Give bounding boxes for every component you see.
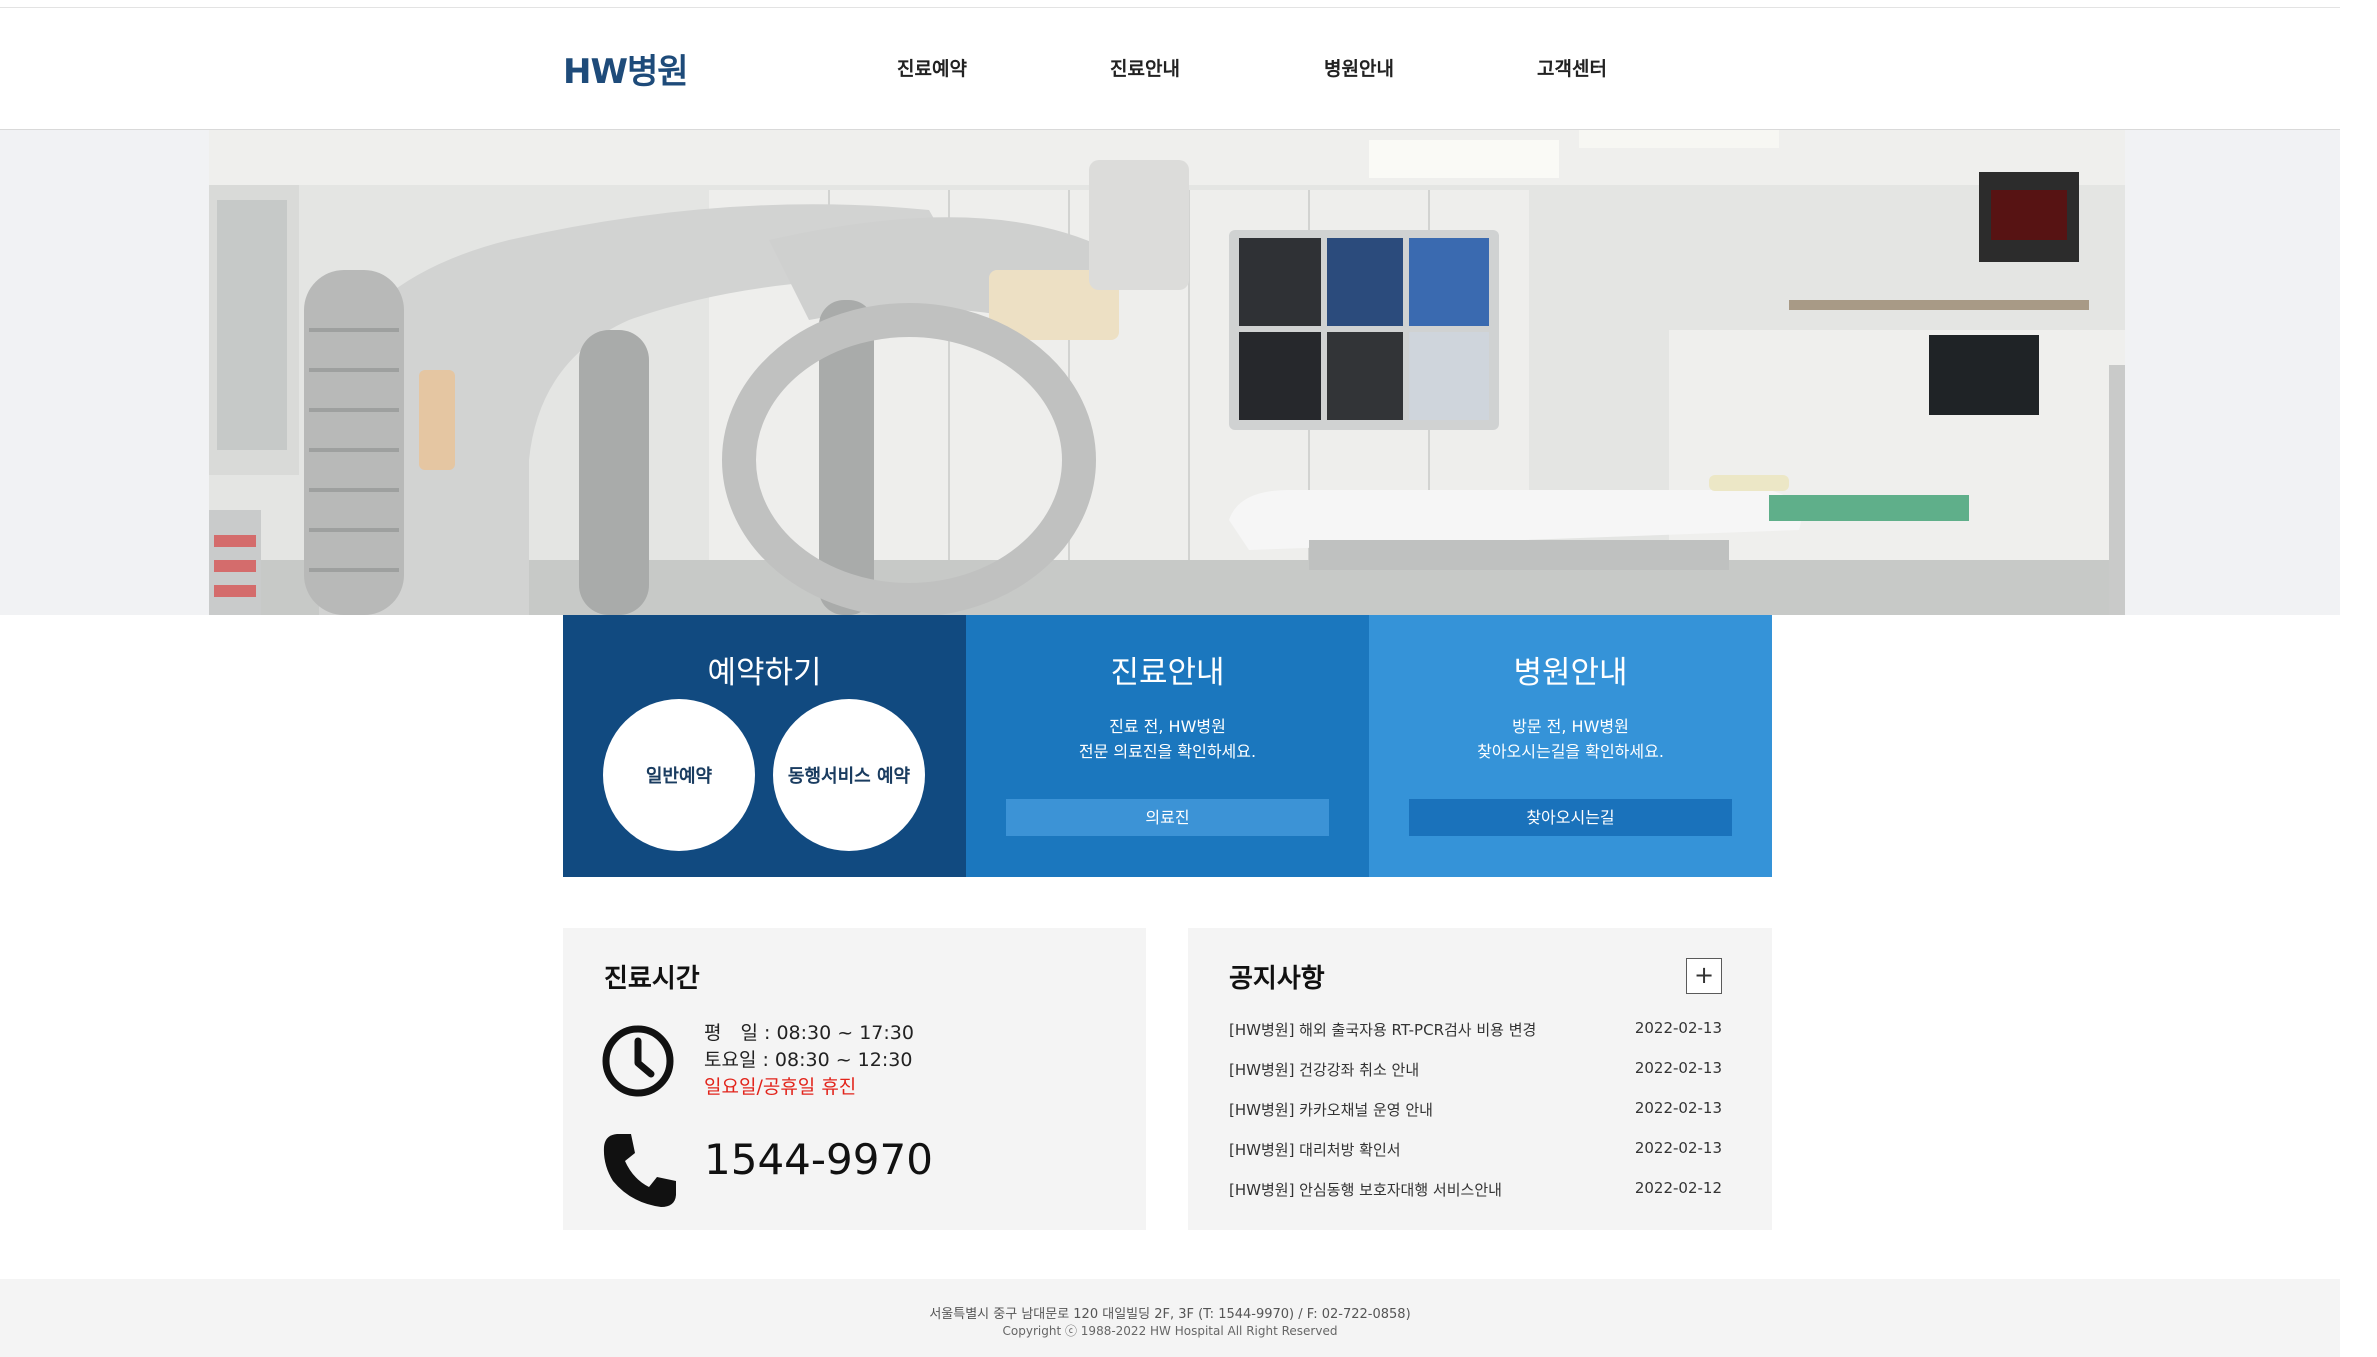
notice-item-date: 2022-02-13 (1634, 1059, 1722, 1077)
hospital-guide-title: 병원안내 (1513, 655, 1628, 691)
escort-reservation-button[interactable]: 동행서비스 예약 (773, 699, 925, 851)
reservation-title: 예약하기 (707, 655, 822, 691)
notice-title: 공지사항 (1229, 964, 1325, 994)
notice-item-title[interactable]: [HW병원] 안심동행 보호자대행 서비스안내 (1229, 1179, 1502, 1219)
site-footer: 서울특별시 중구 남대문로 120 대일빌딩 2F, 3F (T: 1544-9… (0, 1279, 2340, 1357)
notice-item-date: 2022-02-12 (1634, 1179, 1722, 1197)
nav-reservation[interactable]: 진료예약 (897, 54, 967, 81)
care-guide-box: 진료안내 진료 전, HW병원 전문 의료진을 확인하세요. 의료진 (966, 615, 1369, 877)
notice-list: [HW병원] 해외 출국자용 RT-PCR검사 비용 변경 2022-02-13… (1229, 1019, 1722, 1219)
hours-title: 진료시간 (604, 964, 700, 994)
notice-item-date: 2022-02-13 (1634, 1099, 1722, 1117)
phone-number[interactable]: 1544-9970 (704, 1135, 933, 1184)
saturday-hours: 토요일 : 08:30 ~ 12:30 (704, 1049, 913, 1071)
notice-item-title[interactable]: [HW병원] 대리처방 확인서 (1229, 1139, 1401, 1179)
care-guide-line1: 진료 전, HW병원 (1109, 717, 1226, 736)
nav-hospital-guide[interactable]: 병원안내 (1324, 54, 1394, 81)
page: HW병원 진료예약 진료안내 병원안내 고객센터 예약하기 일반예약 동행서비스… (0, 0, 2377, 1357)
doctors-button[interactable]: 의료진 (1006, 799, 1329, 836)
notice-item-title[interactable]: [HW병원] 건강강좌 취소 안내 (1229, 1059, 1419, 1099)
nav-customer-center[interactable]: 고객센터 (1537, 54, 1607, 81)
notice-item-date: 2022-02-13 (1634, 1019, 1722, 1037)
site-header: HW병원 진료예약 진료안내 병원안내 고객센터 (0, 8, 2340, 130)
phone-icon (603, 1134, 676, 1207)
footer-copyright: Copyright ⓒ 1988-2022 HW Hospital All Ri… (1002, 1324, 1338, 1338)
notice-item[interactable]: [HW병원] 카카오채널 운영 안내 2022-02-13 (1229, 1099, 1722, 1139)
feature-boxes: 예약하기 일반예약 동행서비스 예약 진료안내 진료 전, HW병원 전문 의료… (563, 615, 1772, 877)
notice-item-title[interactable]: [HW병원] 해외 출국자용 RT-PCR검사 비용 변경 (1229, 1019, 1536, 1059)
weekday-hours: 평 일 : 08:30 ~ 17:30 (704, 1022, 914, 1044)
hospital-guide-text: 방문 전, HW병원 찾아오시는길을 확인하세요. (1369, 714, 1772, 764)
notice-more-button[interactable]: + (1686, 958, 1722, 994)
hero-banner (0, 130, 2340, 615)
notice-item-date: 2022-02-13 (1634, 1139, 1722, 1157)
care-guide-line2: 전문 의료진을 확인하세요. (1078, 742, 1257, 761)
footer-address: 서울특별시 중구 남대문로 120 대일빌딩 2F, 3F (T: 1544-9… (929, 1307, 1411, 1322)
clock-icon (602, 1025, 674, 1097)
hospital-guide-line2: 찾아오시는길을 확인하세요. (1477, 742, 1664, 761)
general-reservation-button[interactable]: 일반예약 (603, 699, 755, 851)
closed-notice: 일요일/공휴일 휴진 (704, 1076, 857, 1098)
notice-item-title[interactable]: [HW병원] 카카오채널 운영 안내 (1229, 1099, 1433, 1139)
hospital-guide-box: 병원안내 방문 전, HW병원 찾아오시는길을 확인하세요. 찾아오시는길 (1369, 615, 1772, 877)
notice-item[interactable]: [HW병원] 건강강좌 취소 안내 2022-02-13 (1229, 1059, 1722, 1099)
notice-item[interactable]: [HW병원] 해외 출국자용 RT-PCR검사 비용 변경 2022-02-13 (1229, 1019, 1722, 1059)
site-logo[interactable]: HW병원 (563, 44, 689, 93)
directions-button[interactable]: 찾아오시는길 (1409, 799, 1732, 836)
notice-panel: 공지사항 + [HW병원] 해외 출국자용 RT-PCR검사 비용 변경 202… (1188, 928, 1772, 1230)
notice-item[interactable]: [HW병원] 대리처방 확인서 2022-02-13 (1229, 1139, 1722, 1179)
hero-image (209, 130, 2125, 615)
hours-panel: 진료시간 평 일 : 08:30 ~ 17:30 토요일 : 08:30 ~ 1… (563, 928, 1146, 1230)
reservation-box: 예약하기 일반예약 동행서비스 예약 (563, 615, 966, 877)
nav-care-guide[interactable]: 진료안내 (1110, 54, 1180, 81)
hours-list: 평 일 : 08:30 ~ 17:30 토요일 : 08:30 ~ 12:30 … (704, 1020, 914, 1101)
hospital-guide-line1: 방문 전, HW병원 (1512, 717, 1629, 736)
notice-item[interactable]: [HW병원] 안심동행 보호자대행 서비스안내 2022-02-12 (1229, 1179, 1722, 1219)
care-guide-text: 진료 전, HW병원 전문 의료진을 확인하세요. (966, 714, 1369, 764)
care-guide-title: 진료안내 (1110, 655, 1225, 691)
